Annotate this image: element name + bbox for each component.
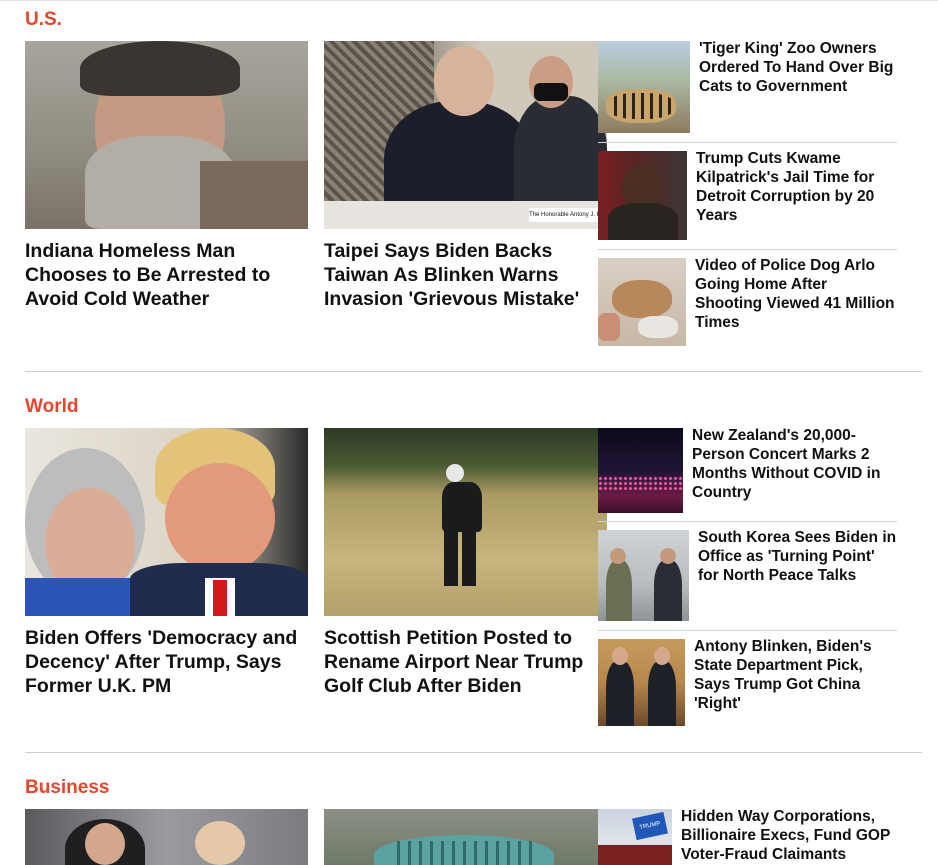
- side-headline[interactable]: Trump Cuts Kwame Kilpatrick's Jail Time …: [696, 149, 897, 240]
- side-story-world-2[interactable]: South Korea Sees Biden in Office as 'Tur…: [598, 528, 897, 621]
- divider: [598, 521, 897, 522]
- trump-sign: TRUMP: [632, 811, 668, 841]
- side-story-world-3[interactable]: Antony Blinken, Biden's State Department…: [598, 637, 897, 726]
- story-image-trump-golf[interactable]: [324, 428, 607, 616]
- side-story-business-1[interactable]: TRUMP Hidden Way Corporations, Billionai…: [598, 807, 897, 865]
- side-headline[interactable]: Video of Police Dog Arlo Going Home Afte…: [695, 256, 897, 346]
- story-image-trump-may[interactable]: [25, 428, 308, 616]
- featured-headline[interactable]: Taipei Says Biden Backs Taiwan As Blinke…: [324, 239, 607, 311]
- side-headline[interactable]: South Korea Sees Biden in Office as 'Tur…: [698, 528, 897, 621]
- story-image-blinken-hearing[interactable]: The Honorable Antony J. Blinken: [324, 41, 607, 229]
- story-image-concert[interactable]: [598, 428, 683, 513]
- featured-story-us-1[interactable]: Indiana Homeless Man Chooses to Be Arres…: [25, 41, 308, 311]
- story-image-korea-soldiers[interactable]: [598, 530, 689, 621]
- story-image-business-1[interactable]: [25, 809, 308, 865]
- story-image-business-2[interactable]: [324, 809, 607, 865]
- top-border: [0, 0, 938, 1]
- section-divider: [25, 371, 922, 372]
- divider: [598, 630, 897, 631]
- section-title-business[interactable]: Business: [25, 777, 109, 799]
- name-placard: The Honorable Antony J. Blinken: [529, 208, 607, 222]
- story-image-tiger[interactable]: [598, 41, 690, 133]
- story-image-trump-rally[interactable]: TRUMP: [598, 809, 672, 865]
- divider: [598, 142, 897, 143]
- section-title-us[interactable]: U.S.: [25, 9, 62, 31]
- section-title-world[interactable]: World: [25, 396, 78, 418]
- featured-headline[interactable]: Indiana Homeless Man Chooses to Be Arres…: [25, 239, 308, 311]
- side-story-us-2[interactable]: Trump Cuts Kwame Kilpatrick's Jail Time …: [598, 149, 897, 240]
- side-story-us-1[interactable]: 'Tiger King' Zoo Owners Ordered To Hand …: [598, 39, 897, 133]
- side-headline[interactable]: New Zealand's 20,000-Person Concert Mark…: [692, 426, 897, 513]
- side-story-us-3[interactable]: Video of Police Dog Arlo Going Home Afte…: [598, 256, 897, 346]
- story-image-homeless-man[interactable]: [25, 41, 308, 229]
- side-story-world-1[interactable]: New Zealand's 20,000-Person Concert Mark…: [598, 426, 897, 513]
- featured-story-world-2[interactable]: Scottish Petition Posted to Rename Airpo…: [324, 428, 607, 698]
- side-headline[interactable]: Hidden Way Corporations, Billionaire Exe…: [681, 807, 897, 865]
- featured-headline[interactable]: Scottish Petition Posted to Rename Airpo…: [324, 626, 607, 698]
- featured-story-us-2[interactable]: The Honorable Antony J. Blinken Taipei S…: [324, 41, 607, 311]
- featured-story-business-2[interactable]: [324, 809, 607, 865]
- side-headline[interactable]: 'Tiger King' Zoo Owners Ordered To Hand …: [699, 39, 897, 133]
- section-divider: [25, 752, 922, 753]
- story-image-kilpatrick[interactable]: [598, 151, 687, 240]
- featured-story-business-1[interactable]: [25, 809, 308, 865]
- featured-story-world-1[interactable]: Biden Offers 'Democracy and Decency' Aft…: [25, 428, 308, 698]
- featured-headline[interactable]: Biden Offers 'Democracy and Decency' Aft…: [25, 626, 308, 698]
- divider: [598, 249, 897, 250]
- story-image-blinken-china[interactable]: [598, 639, 685, 726]
- story-image-police-dog[interactable]: [598, 258, 686, 346]
- side-headline[interactable]: Antony Blinken, Biden's State Department…: [694, 637, 897, 726]
